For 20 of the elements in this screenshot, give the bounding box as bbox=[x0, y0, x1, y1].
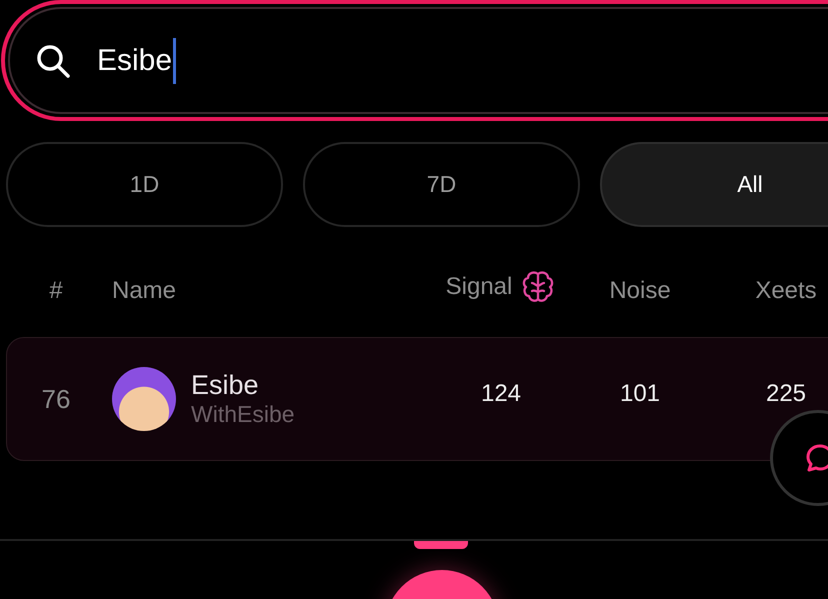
user-handle: WithEsibe bbox=[191, 401, 295, 428]
rank-number: 76 bbox=[42, 384, 70, 414]
search-icon bbox=[35, 42, 71, 78]
column-header: Name bbox=[112, 277, 176, 305]
text-cursor bbox=[173, 38, 176, 84]
time-filter-tab[interactable]: 7D bbox=[303, 142, 580, 227]
user-name: Esibe bbox=[191, 370, 260, 401]
leaderboard-row[interactable]: 76 Esibe WithEsibe 124 101 225 bbox=[6, 337, 828, 461]
column-header: # bbox=[49, 277, 63, 305]
noise-value: 101 bbox=[620, 380, 660, 408]
column-header: Signal bbox=[446, 273, 512, 301]
time-filter-tab[interactable]: 1D bbox=[6, 142, 283, 227]
search-field[interactable]: Esibe bbox=[1, 0, 828, 121]
active-tab-indicator bbox=[414, 541, 468, 549]
signal-value: 124 bbox=[480, 380, 522, 408]
column-header: Xeets bbox=[755, 277, 817, 305]
time-filter-tab[interactable]: All bbox=[600, 142, 828, 227]
column-header: Noise bbox=[609, 277, 671, 305]
chat-icon bbox=[805, 443, 828, 473]
xeets-value: 225 bbox=[766, 380, 806, 408]
